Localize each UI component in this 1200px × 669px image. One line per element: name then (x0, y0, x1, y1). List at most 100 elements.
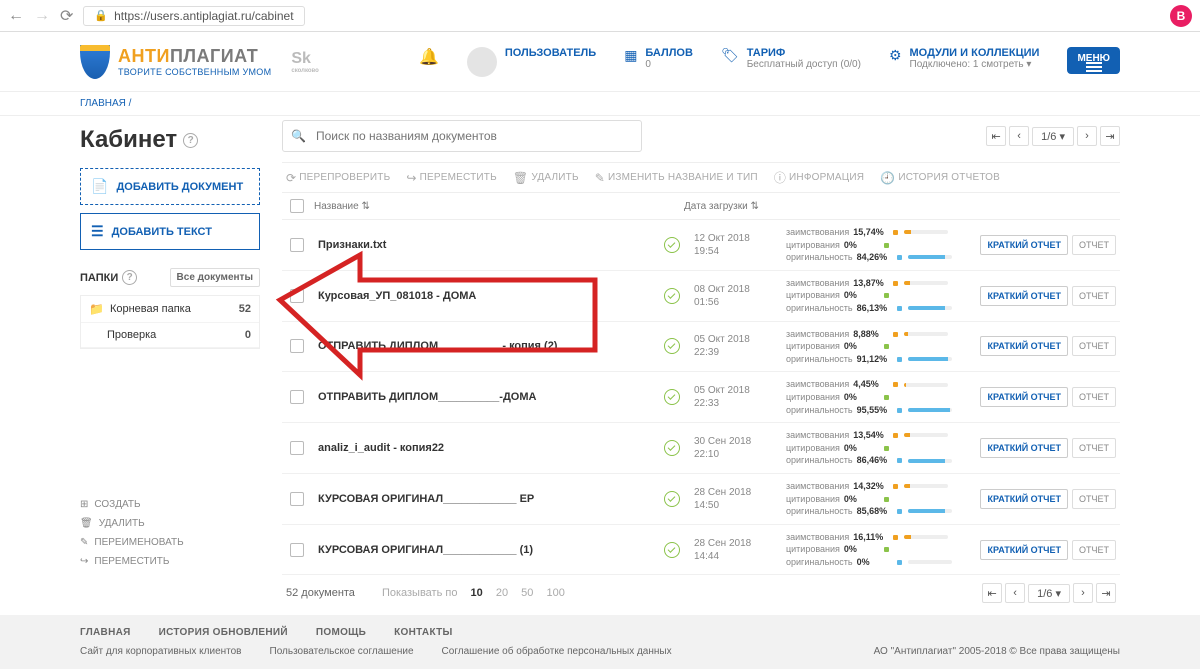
folder-count: 52 (239, 303, 251, 315)
search-icon: 🔍 (291, 129, 306, 143)
move-folder[interactable]: ↪ПЕРЕМЕСТИТЬ (80, 552, 260, 571)
user-block[interactable]: ПОЛЬЗОВАТЕЛЬ (467, 47, 596, 77)
tarif-block[interactable]: 🏷 ТАРИФ Бесплатный доступ (0/0) (721, 47, 861, 70)
tool-recheck[interactable]: ⟳ПЕРЕПРОВЕРИТЬ (282, 171, 394, 185)
col-date[interactable]: Дата загрузки ⇅ (684, 201, 784, 212)
short-report-button[interactable]: КРАТКИЙ ОТЧЕТ (980, 387, 1068, 407)
page-prev[interactable]: ‹ (1005, 583, 1025, 603)
table-row[interactable]: КУРСОВАЯ ОРИГИНАЛ____________ (1)28 Сен … (282, 525, 1120, 576)
menu-button[interactable]: МЕНЮ (1067, 47, 1120, 74)
footer-link[interactable]: ГЛАВНАЯ (80, 627, 131, 638)
rename-folder[interactable]: ✎ПЕРЕИМЕНОВАТЬ (80, 533, 260, 552)
search-field[interactable] (314, 128, 633, 144)
bell-icon[interactable]: 🔔 (419, 47, 439, 67)
file-name[interactable]: КУРСОВАЯ ОРИГИНАЛ____________ (1) (318, 544, 658, 556)
tool-history[interactable]: 🕘ИСТОРИЯ ОТЧЕТОВ (876, 171, 1004, 185)
modules-block[interactable]: ⚙ МОДУЛИ И КОЛЛЕКЦИИ Подключено: 1 смотр… (889, 47, 1040, 70)
create-folder[interactable]: ⊞СОЗДАТЬ (80, 495, 260, 514)
table-row[interactable]: Признаки.txt12 Окт 201819:54заимствовани… (282, 220, 1120, 271)
pp-100[interactable]: 100 (546, 587, 564, 599)
page-prev[interactable]: ‹ (1009, 126, 1029, 146)
footer-link[interactable]: Соглашение об обработке персональных дан… (442, 646, 672, 657)
row-checkbox[interactable] (290, 492, 304, 506)
page-indicator[interactable]: 1/6 ▾ (1028, 584, 1070, 603)
full-report-button[interactable]: ОТЧЕТ (1072, 387, 1116, 407)
footer-link[interactable]: Пользовательское соглашение (270, 646, 414, 657)
short-report-button[interactable]: КРАТКИЙ ОТЧЕТ (980, 235, 1068, 255)
short-report-button[interactable]: КРАТКИЙ ОТЧЕТ (980, 489, 1068, 509)
add-text-button[interactable]: ☰ ДОБАВИТЬ ТЕКСТ (80, 213, 260, 250)
file-name[interactable]: analiz_i_audit - копия22 (318, 442, 658, 454)
all-docs-button[interactable]: Все документы (170, 268, 260, 287)
short-report-button[interactable]: КРАТКИЙ ОТЧЕТ (980, 438, 1068, 458)
file-name[interactable]: ОТПРАВИТЬ ДИПЛОМ__________ - копия (2) (318, 340, 658, 352)
folder-label: Корневая папка (110, 303, 191, 315)
full-report-button[interactable]: ОТЧЕТ (1072, 540, 1116, 560)
full-report-button[interactable]: ОТЧЕТ (1072, 286, 1116, 306)
file-name[interactable]: ОТПРАВИТЬ ДИПЛОМ__________-ДОМА (318, 391, 658, 403)
row-checkbox[interactable] (290, 238, 304, 252)
page-last[interactable]: ⇥ (1096, 583, 1116, 603)
edit-icon: ✎ (595, 171, 605, 185)
balance-block[interactable]: ▦ БАЛЛОВ 0 (624, 47, 693, 70)
nav-reload-icon[interactable]: ⟳ (60, 6, 73, 26)
add-document-button[interactable]: 📄 ДОБАВИТЬ ДОКУМЕНТ (80, 168, 260, 205)
logo[interactable]: АНТИПЛАГИАТ ТВОРИТЕ СОБСТВЕННЫМ УМОМ (80, 45, 271, 79)
page-next[interactable]: › (1073, 583, 1093, 603)
nav-back-icon[interactable]: ← (8, 7, 24, 25)
tool-rename[interactable]: ✎ИЗМЕНИТЬ НАЗВАНИЕ И ТИП (591, 171, 762, 185)
full-report-button[interactable]: ОТЧЕТ (1072, 336, 1116, 356)
page-first[interactable]: ⇤ (982, 583, 1002, 603)
help-icon[interactable]: ? (122, 270, 137, 285)
pp-50[interactable]: 50 (521, 587, 533, 599)
move-icon: ↪ (80, 556, 88, 567)
table-row[interactable]: Курсовая_УП_081018 - ДОМА08 Окт 201801:5… (282, 271, 1120, 322)
url-bar[interactable]: 🔒 https://users.antiplagiat.ru/cabinet (83, 6, 304, 26)
file-name[interactable]: Курсовая_УП_081018 - ДОМА (318, 290, 658, 302)
page-indicator[interactable]: 1/6 ▾ (1032, 127, 1074, 146)
tool-delete[interactable]: 🗑УДАЛИТЬ (509, 171, 583, 185)
full-report-button[interactable]: ОТЧЕТ (1072, 235, 1116, 255)
file-name[interactable]: Признаки.txt (318, 239, 658, 251)
footer-link[interactable]: ИСТОРИЯ ОБНОВЛЕНИЙ (159, 627, 288, 638)
checkbox-all[interactable] (290, 199, 304, 213)
page-next[interactable]: › (1077, 126, 1097, 146)
row-checkbox[interactable] (290, 390, 304, 404)
tool-move[interactable]: ↪ПЕРЕМЕСТИТЬ (402, 171, 501, 185)
col-name[interactable]: Название ⇅ (314, 201, 654, 212)
help-icon[interactable]: ? (183, 133, 198, 148)
tool-info[interactable]: ⓘИНФОРМАЦИЯ (770, 169, 868, 186)
page-first[interactable]: ⇤ (986, 126, 1006, 146)
row-checkbox[interactable] (290, 543, 304, 557)
footer-link[interactable]: КОНТАКТЫ (394, 627, 452, 638)
text-icon: ☰ (91, 223, 104, 240)
pp-20[interactable]: 20 (496, 587, 508, 599)
nav-fwd-icon[interactable]: → (34, 7, 50, 25)
folder-root[interactable]: 📁 Корневая папка 52 (81, 296, 259, 323)
row-checkbox[interactable] (290, 441, 304, 455)
full-report-button[interactable]: ОТЧЕТ (1072, 438, 1116, 458)
breadcrumb[interactable]: ГЛАВНАЯ / (0, 92, 1200, 116)
row-checkbox[interactable] (290, 289, 304, 303)
check-icon (664, 389, 680, 405)
footer-link[interactable]: ПОМОЩЬ (316, 627, 366, 638)
pp-10[interactable]: 10 (471, 587, 483, 599)
short-report-button[interactable]: КРАТКИЙ ОТЧЕТ (980, 286, 1068, 306)
refresh-icon: ⟳ (286, 171, 296, 185)
search-input[interactable]: 🔍 (282, 120, 642, 152)
table-row[interactable]: analiz_i_audit - копия2230 Сен 201822:10… (282, 423, 1120, 474)
table-row[interactable]: ОТПРАВИТЬ ДИПЛОМ__________ - копия (2)05… (282, 322, 1120, 373)
delete-folder[interactable]: 🗑УДАЛИТЬ (80, 514, 260, 533)
table-row[interactable]: ОТПРАВИТЬ ДИПЛОМ__________-ДОМА05 Окт 20… (282, 372, 1120, 423)
page-last[interactable]: ⇥ (1100, 126, 1120, 146)
full-report-button[interactable]: ОТЧЕТ (1072, 489, 1116, 509)
row-checkbox[interactable] (290, 339, 304, 353)
row-actions: КРАТКИЙ ОТЧЕТОТЧЕТ (980, 438, 1116, 458)
file-name[interactable]: КУРСОВАЯ ОРИГИНАЛ____________ ЕР (318, 493, 658, 505)
short-report-button[interactable]: КРАТКИЙ ОТЧЕТ (980, 336, 1068, 356)
short-report-button[interactable]: КРАТКИЙ ОТЧЕТ (980, 540, 1068, 560)
profile-badge[interactable]: B (1170, 5, 1192, 27)
footer-link[interactable]: Сайт для корпоративных клиентов (80, 646, 242, 657)
folder-child[interactable]: Проверка 0 (81, 323, 259, 348)
table-row[interactable]: КУРСОВАЯ ОРИГИНАЛ____________ ЕР28 Сен 2… (282, 474, 1120, 525)
